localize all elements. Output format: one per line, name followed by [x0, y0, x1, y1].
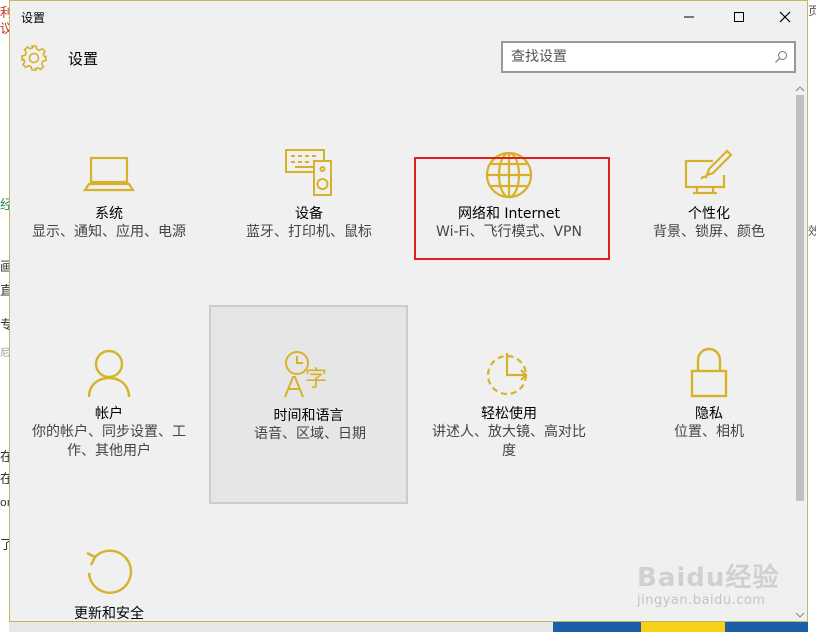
search-input[interactable]	[511, 47, 761, 67]
watermark-url: jingyan.baidu.com	[637, 593, 766, 608]
bg-text-fragment: 尼	[0, 348, 9, 359]
tile-privacy-name: 隐私	[695, 406, 723, 422]
background-app-left-edge: 利 议 经 画 直 专 尼 在 在 on 了	[0, 0, 9, 632]
person-icon	[10, 347, 208, 399]
tile-privacy-desc: 位置、相机	[674, 424, 744, 440]
close-button[interactable]	[762, 1, 807, 33]
bg-text-fragment: 画	[0, 260, 9, 275]
tile-personalization[interactable]: 个性化 背景、锁屏、颜色	[610, 141, 807, 339]
bg-text-fragment: 效	[808, 224, 816, 238]
tile-system[interactable]: 系统 显示、通知、应用、电源	[10, 141, 208, 339]
maximize-button[interactable]	[716, 1, 762, 33]
settings-window: 设置 设置 系统	[9, 0, 808, 622]
tile-personalization-name: 个性化	[688, 206, 730, 222]
search-icon[interactable]	[774, 50, 788, 64]
background-app-banner	[553, 622, 808, 632]
laptop-icon	[10, 155, 208, 195]
tile-accounts-desc: 你的帐户、同步设置、工作、其他用户	[32, 424, 186, 459]
tile-time-language-name: 时间和语言	[273, 408, 344, 424]
page-title: 设置	[68, 50, 99, 68]
highlight-annotation-box	[414, 157, 610, 260]
title-bar[interactable]: 设置	[10, 1, 807, 33]
window-title: 设置	[21, 11, 46, 25]
bg-text-fragment: 在	[0, 472, 9, 487]
tile-ease-of-access-desc: 讲述人、放大镜、高对比度	[432, 424, 586, 459]
watermark-logo: Baidu经验	[637, 563, 780, 593]
time-language-icon: 字	[211, 349, 406, 399]
tile-update-security[interactable]: 更新和安全	[10, 541, 208, 622]
svg-text:字: 字	[305, 367, 327, 392]
bg-text-fragment: 专	[0, 318, 9, 333]
background-app-right-edge: 页 效	[808, 0, 816, 632]
banner-button-shape	[641, 622, 725, 632]
tile-ease-of-access[interactable]: 轻松使用 讲述人、放大镜、高对比度	[410, 341, 608, 539]
bg-text-fragment: 直	[0, 284, 9, 299]
bg-text-fragment: on	[0, 496, 9, 509]
maximize-icon	[734, 12, 744, 22]
tile-personalization-desc: 背景、锁屏、颜色	[653, 224, 765, 240]
update-icon	[10, 547, 208, 599]
tile-privacy[interactable]: 隐私 位置、相机	[610, 341, 807, 539]
tile-time-language[interactable]: 字 时间和语言 语音、区域、日期	[209, 305, 408, 504]
close-icon	[779, 11, 791, 23]
tile-devices-desc: 蓝牙、打印机、鼠标	[246, 224, 372, 240]
personalization-icon	[610, 149, 807, 195]
tile-update-security-name: 更新和安全	[74, 606, 144, 622]
search-box[interactable]	[501, 41, 796, 73]
scroll-up-arrow-icon[interactable]	[795, 85, 805, 93]
tile-system-name: 系统	[95, 206, 123, 222]
lock-icon	[610, 347, 807, 399]
bg-text-fragment: 议	[0, 22, 9, 37]
minimize-button[interactable]	[666, 1, 712, 33]
devices-icon	[210, 147, 408, 197]
minimize-icon	[684, 16, 694, 18]
gear-icon	[19, 43, 49, 77]
tile-ease-of-access-name: 轻松使用	[481, 406, 537, 422]
ease-of-access-icon	[410, 349, 608, 397]
tile-devices-name: 设备	[295, 206, 323, 222]
tile-system-desc: 显示、通知、应用、电源	[32, 224, 186, 240]
bg-text-fragment: 在	[0, 450, 9, 465]
bg-text-fragment: 页	[808, 4, 816, 18]
bg-text-fragment: 经	[0, 198, 9, 213]
tile-accounts[interactable]: 帐户 你的帐户、同步设置、工作、其他用户	[10, 341, 208, 539]
tile-time-language-desc: 语音、区域、日期	[254, 426, 366, 442]
tile-accounts-name: 帐户	[95, 406, 123, 422]
bg-text-fragment: 了	[0, 538, 9, 553]
watermark: Baidu经验 jingyan.baidu.com	[625, 557, 805, 617]
